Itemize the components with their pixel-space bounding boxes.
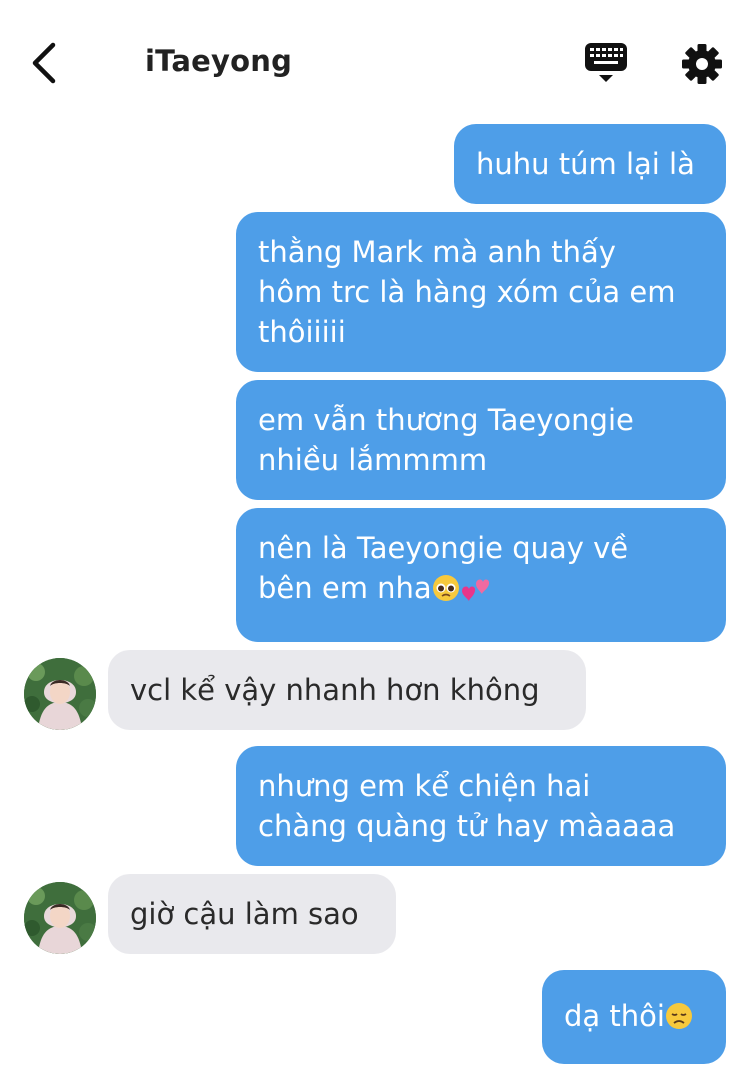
message-text: dạ thôi bbox=[564, 999, 665, 1033]
message-text: huhu túm lại là bbox=[476, 147, 695, 181]
two-hearts-emoji bbox=[460, 572, 490, 612]
keyboard-icon bbox=[585, 43, 627, 82]
message-bubble-sent[interactable]: huhu túm lại là bbox=[454, 124, 726, 204]
message-text: vcl kể vậy nhanh hơn không bbox=[130, 673, 540, 707]
contact-avatar[interactable] bbox=[24, 882, 96, 954]
gear-icon bbox=[682, 44, 722, 84]
message-bubble-sent[interactable]: nhưng em kể chiện hai chàng quàng tử hay… bbox=[236, 746, 726, 866]
message-line: chàng quàng tử hay màaaaa bbox=[258, 809, 676, 843]
message-line: hôm trc là hàng xóm của em bbox=[258, 275, 676, 309]
message-bubble-received[interactable]: giờ cậu làm sao bbox=[108, 874, 396, 954]
avatar-photo bbox=[24, 658, 96, 730]
message-line: em vẫn thương Taeyongie bbox=[258, 403, 634, 437]
keyboard-button[interactable] bbox=[583, 40, 629, 86]
message-bubble-sent[interactable]: nên là Taeyongie quay về bên em nha bbox=[236, 508, 726, 642]
message-line: nhưng em kể chiện hai bbox=[258, 769, 591, 803]
avatar-photo bbox=[24, 882, 96, 954]
message-line: nhiều lắmmmm bbox=[258, 443, 488, 477]
chat-header: iTaeyong bbox=[0, 0, 750, 122]
message-bubble-sent[interactable]: dạ thôi bbox=[542, 970, 726, 1064]
chat-screen: iTaeyong huhu túm lại là thằng Mark mà a… bbox=[0, 0, 750, 1069]
message-line: nên là Taeyongie quay về bbox=[258, 531, 629, 565]
contact-avatar[interactable] bbox=[24, 658, 96, 730]
pleading-face-emoji bbox=[432, 572, 460, 612]
back-button[interactable] bbox=[22, 40, 66, 86]
message-text: giờ cậu làm sao bbox=[130, 897, 359, 931]
message-line: bên em nha bbox=[258, 571, 432, 605]
message-bubble-sent[interactable]: thằng Mark mà anh thấy hôm trc là hàng x… bbox=[236, 212, 726, 372]
message-line-with-emoji: bên em nha bbox=[258, 568, 704, 612]
message-bubble-sent[interactable]: em vẫn thương Taeyongie nhiều lắmmmm bbox=[236, 380, 726, 500]
settings-button[interactable] bbox=[680, 42, 724, 86]
message-line: thằng Mark mà anh thấy bbox=[258, 235, 616, 269]
chat-title: iTaeyong bbox=[145, 44, 293, 78]
chevron-left-icon bbox=[32, 42, 56, 84]
message-line: thôiiiii bbox=[258, 315, 346, 349]
message-bubble-received[interactable]: vcl kể vậy nhanh hơn không bbox=[108, 650, 586, 730]
disappointed-face-emoji bbox=[665, 1000, 693, 1040]
